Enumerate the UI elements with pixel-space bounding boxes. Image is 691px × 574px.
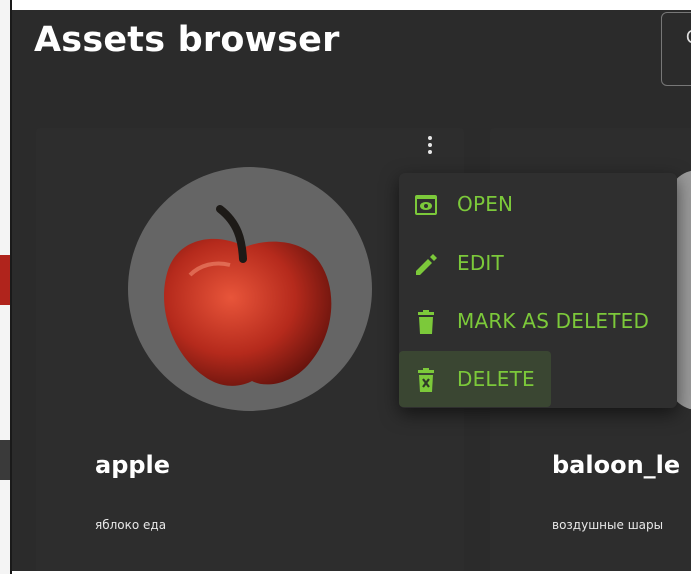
app-window: Assets browser Q apple яблоко еда baloon…	[0, 0, 691, 574]
dot-icon	[428, 136, 432, 140]
menu-item-label: MARK AS DELETED	[457, 309, 650, 333]
pencil-icon	[416, 254, 437, 275]
page-title: Assets browser	[34, 20, 340, 60]
menu-item-delete[interactable]: DELETE	[399, 351, 677, 407]
context-menu: OPEN EDIT MARK AS DELETED DELETE	[399, 173, 677, 408]
asset-description: яблоко еда	[95, 518, 167, 532]
frame-top	[12, 0, 691, 10]
background-window-edge	[0, 0, 12, 574]
more-options-button[interactable]	[416, 131, 444, 159]
trash-icon	[418, 310, 434, 334]
apple-thumbnail-icon	[164, 205, 332, 386]
menu-item-edit[interactable]: EDIT	[399, 235, 677, 291]
dot-icon	[428, 150, 432, 154]
menu-item-label: DELETE	[457, 367, 535, 391]
menu-item-open[interactable]: OPEN	[399, 176, 677, 232]
menu-item-mark-as-deleted[interactable]: MARK AS DELETED	[399, 293, 677, 349]
search-icon: Q	[686, 27, 691, 48]
menu-item-label: OPEN	[457, 192, 514, 216]
search-field[interactable]: Q	[661, 12, 691, 86]
trash-x-icon	[418, 368, 434, 392]
dot-icon	[428, 143, 432, 147]
asset-name: baloon_le	[552, 451, 681, 479]
background-red-strip	[0, 255, 10, 305]
asset-description: воздушные шары	[552, 518, 664, 532]
asset-name: apple	[95, 451, 171, 479]
background-dark-strip	[0, 440, 10, 480]
preview-icon	[415, 195, 437, 215]
menu-item-label: EDIT	[457, 251, 504, 275]
